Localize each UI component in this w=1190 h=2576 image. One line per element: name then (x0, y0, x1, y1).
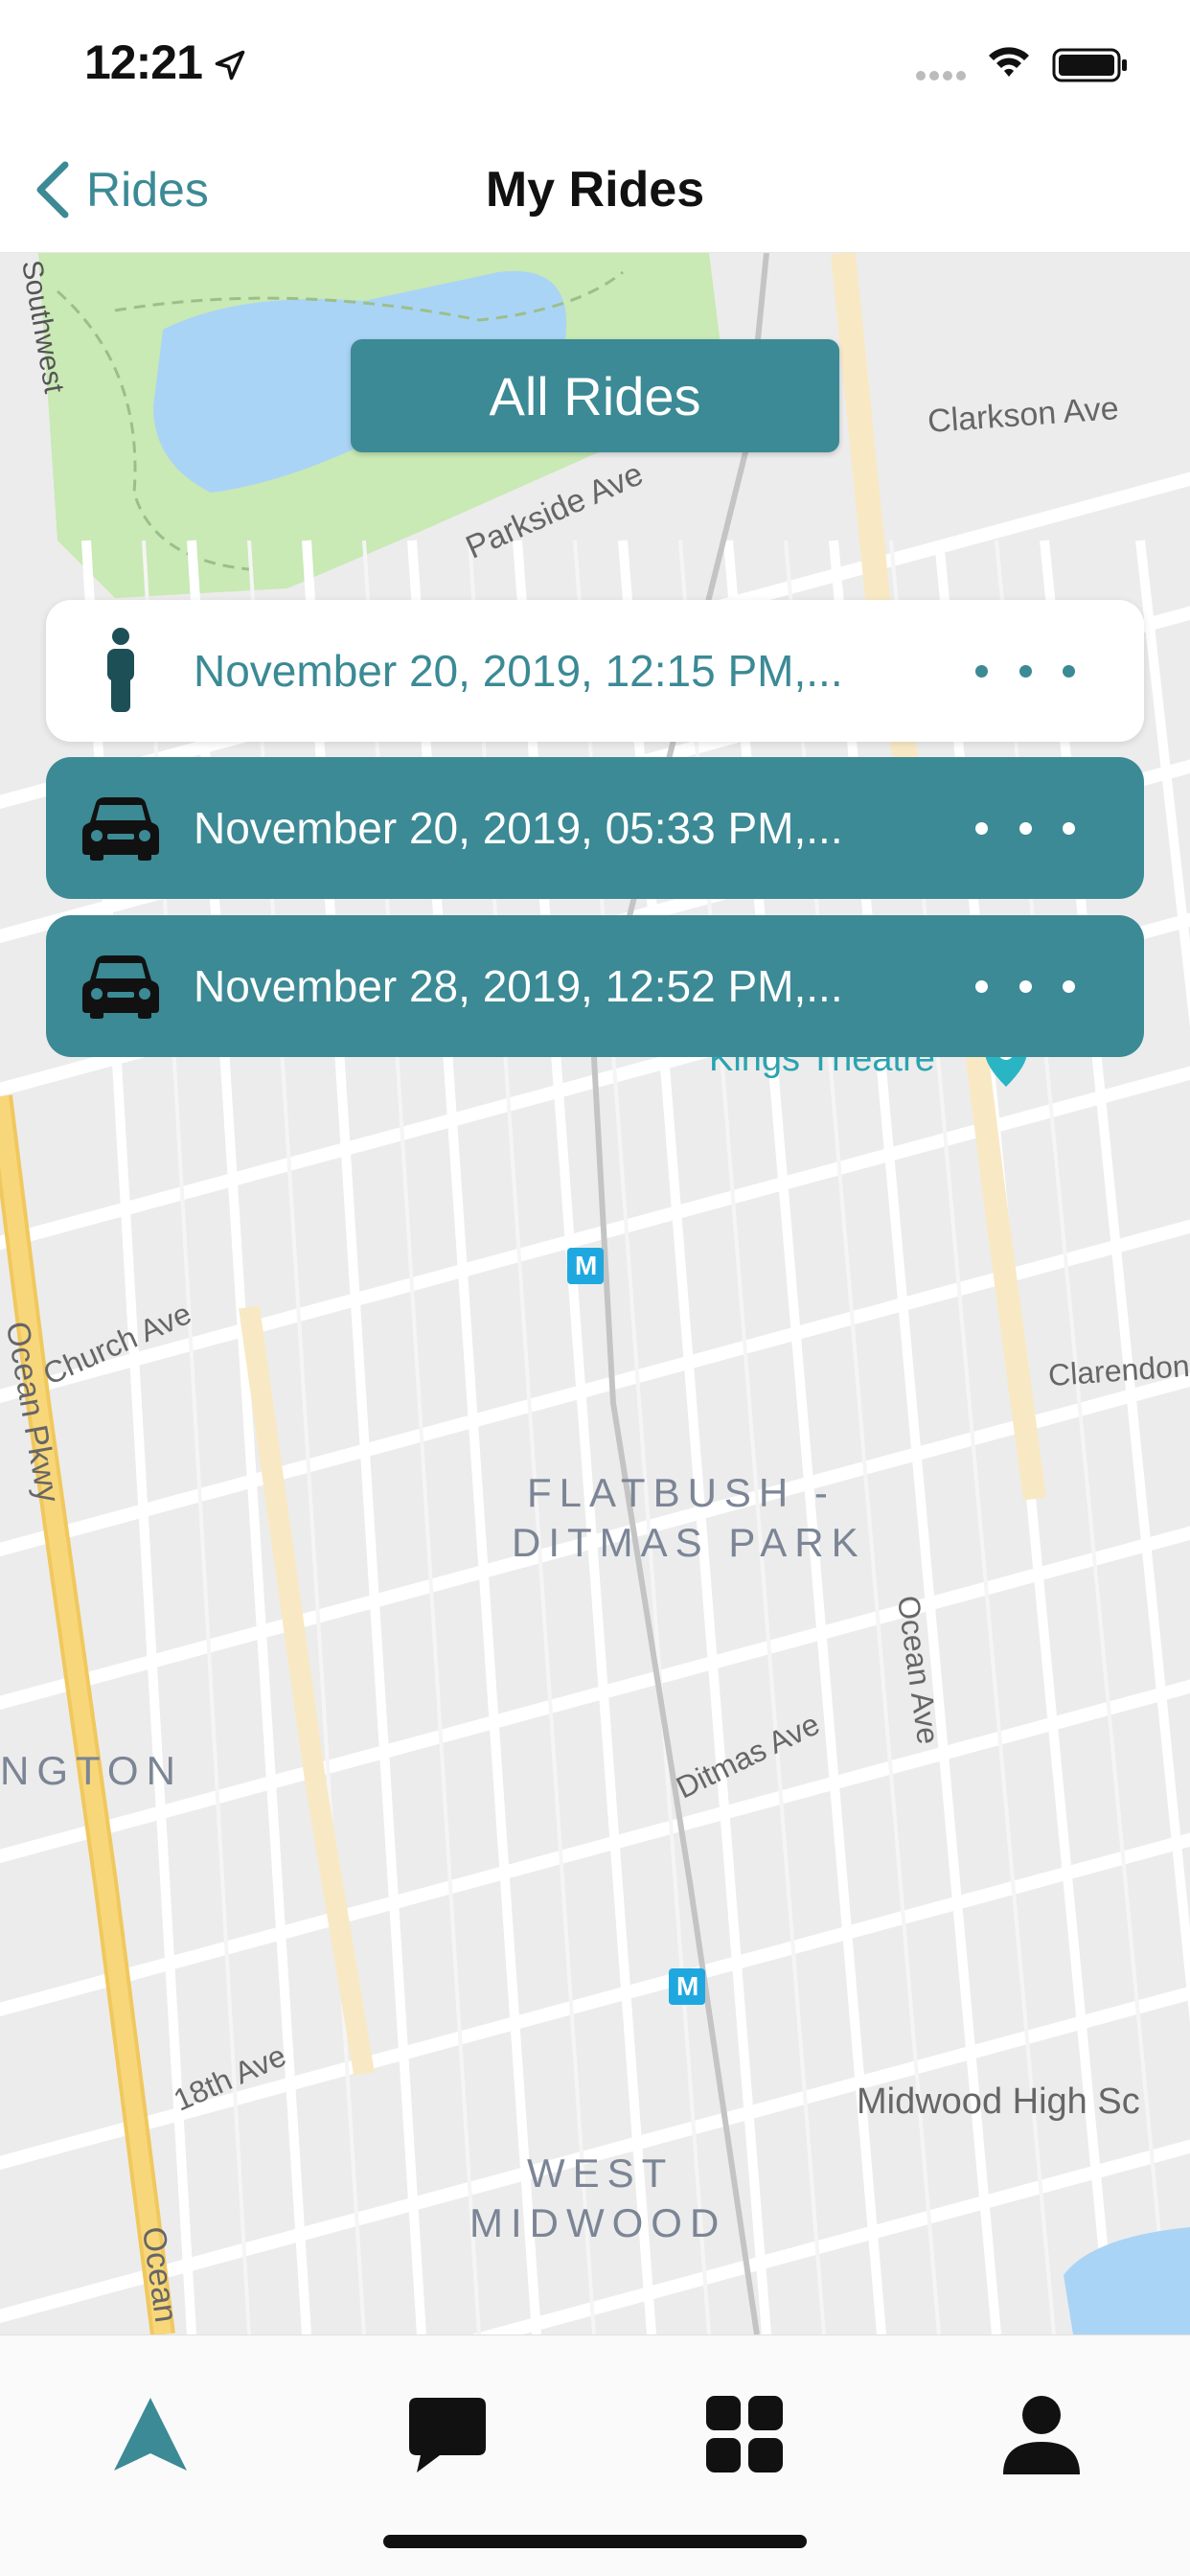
ride-label: November 28, 2019, 12:52 PM,... (194, 961, 843, 1011)
cellular-signal-icon (916, 71, 966, 80)
map-background (0, 253, 1190, 2334)
ride-item[interactable]: November 28, 2019, 12:52 PM,... (46, 915, 1144, 1057)
ride-label: November 20, 2019, 12:15 PM,... (194, 646, 843, 696)
wifi-icon (989, 47, 1029, 77)
map-label-flatbush: FLATBUSH - (527, 1470, 835, 1515)
grid-icon (706, 2396, 783, 2472)
map-label-ditmas-park: DITMAS PARK (512, 1520, 866, 1565)
tab-apps[interactable] (692, 2381, 797, 2487)
location-arrow-icon (215, 50, 245, 80)
chat-bubble-icon (409, 2398, 486, 2472)
metro-icon: M (575, 1251, 598, 1280)
battery-icon (1052, 48, 1127, 82)
ride-label: November 20, 2019, 05:33 PM,... (194, 803, 843, 853)
all-rides-button[interactable]: All Rides (351, 339, 839, 452)
car-icon (75, 940, 167, 1032)
navigation-bar: Rides My Rides (0, 126, 1190, 253)
metro-icon: M (676, 1971, 699, 2001)
car-icon (75, 782, 167, 874)
status-bar: 12:21 (0, 0, 1190, 126)
map-view[interactable]: Southwest Clarkson Ave Parkside Ave King… (0, 253, 1190, 2334)
home-indicator (383, 2535, 807, 2548)
map-label-midwood-high: Midwood High Sc (857, 2082, 1140, 2122)
page-title: My Rides (485, 162, 705, 218)
person-walk-icon (75, 625, 167, 717)
ride-item[interactable]: November 20, 2019, 12:15 PM,... (46, 600, 1144, 742)
status-time: 12:21 (84, 35, 203, 89)
more-options-icon[interactable] (968, 957, 1083, 1015)
map-label-ngton: NGTON (0, 1748, 183, 1793)
person-icon (1003, 2396, 1080, 2474)
more-options-icon[interactable] (968, 799, 1083, 857)
map-label-midwood: MIDWOOD (469, 2200, 727, 2245)
more-options-icon[interactable] (968, 642, 1083, 700)
tab-messages[interactable] (395, 2381, 500, 2487)
navigation-arrow-icon (114, 2398, 187, 2471)
ride-item[interactable]: November 20, 2019, 05:33 PM,... (46, 757, 1144, 899)
tab-navigate[interactable] (98, 2381, 203, 2487)
map-label-west: WEST (527, 2150, 675, 2196)
tab-profile[interactable] (989, 2381, 1094, 2487)
